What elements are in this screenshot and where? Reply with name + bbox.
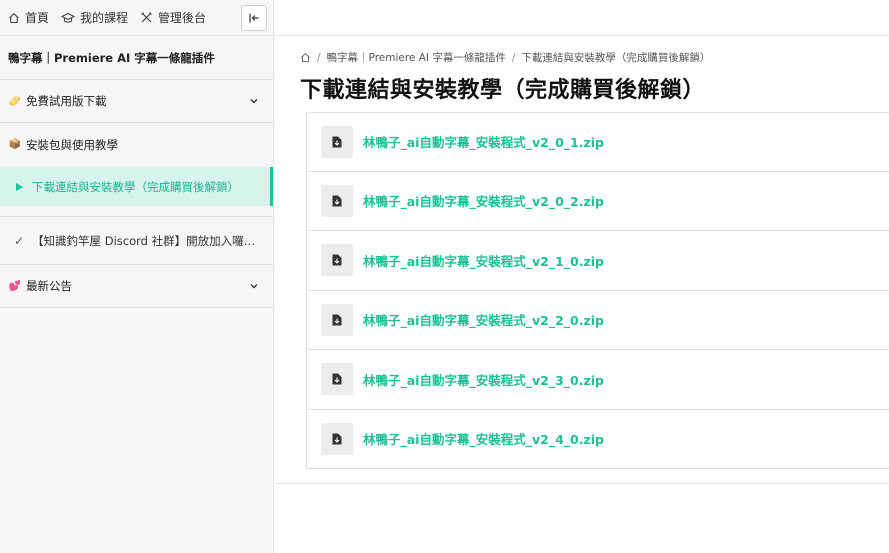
file-attachment[interactable]: 林鴨子_ai自動字幕_安裝程式_v2_1_0.zip xyxy=(307,231,889,291)
section-label: 最新公告 xyxy=(26,279,72,293)
breadcrumb-current: 下載連結與安裝教學（完成購買後解鎖） xyxy=(521,52,711,64)
file-name: 林鴨子_ai自動字幕_安裝程式_v2_1_0.zip xyxy=(363,253,604,269)
chevron-down-icon xyxy=(250,284,258,289)
sidebar: 首頁 我的課程 管理後台 鴨字幕｜Premiere AI 字幕一條龍插件 🫔 免… xyxy=(0,0,274,553)
file-name: 林鴨子_ai自動字幕_安裝程式_v2_2_0.zip xyxy=(363,313,604,329)
taco-icon: 🫔 xyxy=(8,95,22,107)
file-download-icon xyxy=(321,244,353,277)
file-name: 林鴨子_ai自動字幕_安裝程式_v2_4_0.zip xyxy=(363,432,604,448)
divider xyxy=(0,206,273,217)
file-download-icon xyxy=(321,184,353,217)
file-list: 林鴨子_ai自動字幕_安裝程式_v2_0_1.zip 林鴨子_ai自動字幕_安裝… xyxy=(306,112,889,469)
lesson-label: 下載連結與安裝教學（完成購買後解鎖） xyxy=(32,179,239,194)
breadcrumb-course-link[interactable]: 鴨字幕｜Premiere AI 字幕一條龍插件 xyxy=(327,50,506,65)
nav-admin[interactable]: 管理後台 xyxy=(140,9,206,26)
course-title: 鴨字幕｜Premiere AI 字幕一條龍插件 xyxy=(0,36,273,80)
main-topbar xyxy=(275,0,889,36)
lesson-discord-community[interactable]: ✓ 【知識釣竿屋 Discord 社群】開放加入囉！... xyxy=(0,217,273,265)
file-name: 林鴨子_ai自動字幕_安裝程式_v2_0_2.zip xyxy=(363,194,604,210)
lesson-download-link-active[interactable]: 下載連結與安裝教學（完成購買後解鎖） xyxy=(0,167,273,206)
file-attachment[interactable]: 林鴨子_ai自動字幕_安裝程式_v2_4_0.zip xyxy=(307,409,889,469)
section-install-package[interactable]: 📦 安裝包與使用教學 xyxy=(0,123,273,166)
breadcrumb: / 鴨字幕｜Premiere AI 字幕一條龍插件 / 下載連結與安裝教學（完成… xyxy=(300,50,710,65)
collapse-left-icon xyxy=(249,13,259,23)
nav-my-courses[interactable]: 我的課程 xyxy=(61,9,128,26)
nav-my-courses-label: 我的課程 xyxy=(80,11,129,25)
section-announcements[interactable]: 💕 最新公告 xyxy=(0,265,273,308)
tools-icon xyxy=(141,12,152,23)
app-root: 首頁 我的課程 管理後台 鴨字幕｜Premiere AI 字幕一條龍插件 🫔 免… xyxy=(0,0,889,553)
content-divider xyxy=(275,483,889,484)
package-icon: 📦 xyxy=(8,139,22,150)
file-download-icon xyxy=(321,125,353,158)
hearts-icon: 💕 xyxy=(8,280,22,292)
file-download-icon xyxy=(321,422,353,455)
file-download-icon xyxy=(321,363,353,396)
graduation-cap-icon xyxy=(61,12,76,23)
file-attachment[interactable]: 林鴨子_ai自動字幕_安裝程式_v2_0_1.zip xyxy=(307,112,889,172)
play-icon xyxy=(16,182,23,191)
lesson-label: 【知識釣竿屋 Discord 社群】開放加入囉！... xyxy=(32,233,263,248)
nav-home[interactable]: 首頁 xyxy=(8,9,49,26)
file-attachment[interactable]: 林鴨子_ai自動字幕_安裝程式_v2_0_2.zip xyxy=(307,171,889,231)
nav-admin-label: 管理後台 xyxy=(158,11,207,25)
section-label: 安裝包與使用教學 xyxy=(26,137,118,152)
breadcrumb-separator: / xyxy=(317,51,321,64)
chevron-down-icon xyxy=(250,99,258,104)
file-name: 林鴨子_ai自動字幕_安裝程式_v2_3_0.zip xyxy=(363,372,604,388)
file-attachment[interactable]: 林鴨子_ai自動字幕_安裝程式_v2_2_0.zip xyxy=(307,290,889,350)
file-attachment[interactable]: 林鴨子_ai自動字幕_安裝程式_v2_3_0.zip xyxy=(307,350,889,410)
check-icon: ✓ xyxy=(14,233,25,248)
page-title: 下載連結與安裝教學（完成購買後解鎖） xyxy=(300,78,706,103)
collapse-sidebar-button[interactable] xyxy=(241,5,267,31)
breadcrumb-separator: / xyxy=(511,51,516,64)
home-icon xyxy=(9,12,19,23)
section-label: 免費試用版下載 xyxy=(26,94,107,108)
file-name: 林鴨子_ai自動字幕_安裝程式_v2_0_1.zip xyxy=(363,135,604,151)
home-icon[interactable] xyxy=(300,52,311,63)
file-download-icon xyxy=(321,303,353,336)
top-nav: 首頁 我的課程 管理後台 xyxy=(0,0,273,36)
nav-home-label: 首頁 xyxy=(25,11,50,25)
section-free-trial[interactable]: 🫔 免費試用版下載 xyxy=(0,80,273,123)
